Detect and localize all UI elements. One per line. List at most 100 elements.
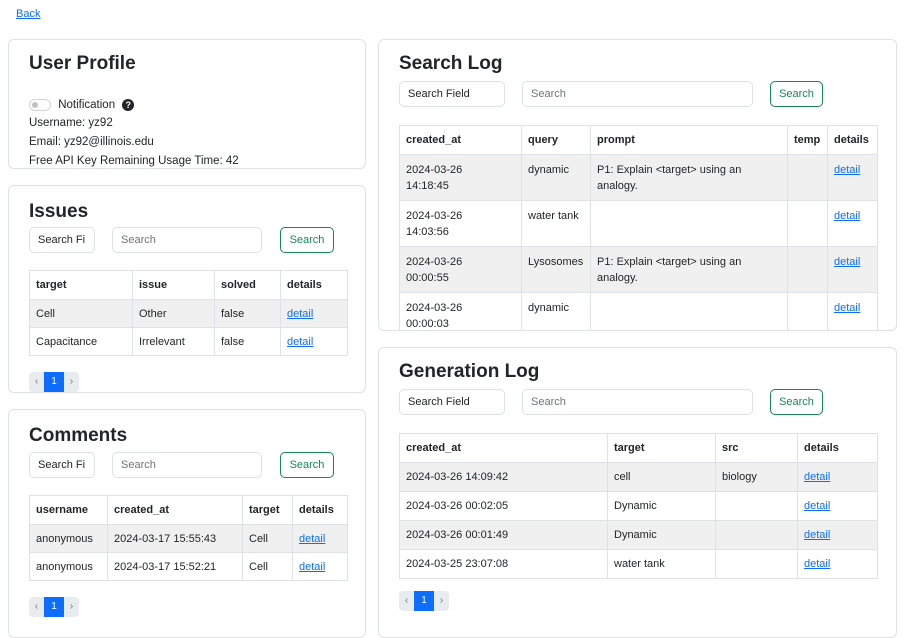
generation-log-header-src: src [715,433,798,463]
table-row: Capacitance Irrelevant false detail [29,327,348,356]
detail-link[interactable]: detail [834,164,860,176]
comments-title: Comments [29,425,128,446]
user-profile-card: User Profile Notification ? Username: yz… [8,39,366,169]
search-log-card: Search Log Search Field Search Search cr… [378,39,897,331]
table-row: 2024-03-26 14:09:42 cell biology detail [399,462,878,492]
time-text: 00:00:55 [406,272,449,284]
comments-header-details: details [292,495,348,525]
generation-log-header-details: details [797,433,878,463]
detail-link[interactable]: detail [834,210,860,222]
comments-header-target: target [242,495,293,525]
generation-target: cell [607,462,716,492]
generation-src [715,491,798,521]
generation-src [715,549,798,579]
comments-card: Comments Search Fi Search Search usernam… [8,409,366,638]
notification-label: Notification [58,99,116,111]
table-row: Cell Other false detail [29,299,348,328]
comments-header-username: username [29,495,108,525]
table-row: 2024-03-26 00:00:55 Lysosomes P1: Explain… [399,246,878,293]
generation-log-field-select[interactable]: Search Field [399,389,505,415]
comments-search-input[interactable]: Search [112,452,262,478]
comment-created-at: 2024-03-17 15:55:43 [107,524,243,553]
issues-header-target: target [29,270,133,300]
issue-details-cell: detail [280,327,348,356]
date-text: 2024-03-26 [406,302,463,314]
search-log-title: Search Log [399,53,503,74]
search-log-query: dynamic [521,292,591,330]
prompt-line: P1: Explain <target> using an [597,164,742,176]
prompt-line: P1: Explain <target> using an [597,256,742,268]
search-log-field-select[interactable]: Search Field [399,81,505,107]
generation-log-title: Generation Log [399,361,540,382]
issues-table: target issue solved details Cell Other f… [29,270,348,356]
table-row: 2024-03-26 00:01:49 Dynamic detail [399,520,878,550]
detail-link[interactable]: detail [804,558,830,570]
pagination-page-1[interactable]: 1 [44,597,64,617]
search-log-created-at: 2024-03-26 00:00:55 [399,246,522,293]
comment-username: anonymous [29,552,108,581]
detail-link[interactable]: detail [299,533,325,545]
search-log-prompt [590,200,788,247]
detail-link[interactable]: detail [804,529,830,541]
generation-log-search-button[interactable]: Search [770,389,823,415]
detail-link[interactable]: detail [299,561,325,573]
search-log-search-button[interactable]: Search [770,81,823,107]
comment-username: anonymous [29,524,108,553]
search-log-prompt: P1: Explain <target> using an analogy. [590,246,788,293]
date-text: 2024-03-26 [406,164,463,176]
search-log-created-at: 2024-03-26 00:00:03 [399,292,522,330]
table-row: anonymous 2024-03-17 15:52:21 Cell detai… [29,552,348,581]
profile-title: User Profile [29,53,136,74]
generation-log-search-input[interactable]: Search [522,389,753,415]
search-log-details-cell: detail [827,292,878,330]
issue-type: Other [132,299,215,328]
comments-pagination: ‹ 1 › [29,597,79,617]
comments-search-button[interactable]: Search [280,452,334,478]
help-icon[interactable]: ? [122,99,135,111]
detail-link[interactable]: detail [804,471,830,483]
generation-target: water tank [607,549,716,579]
detail-link[interactable]: detail [804,500,830,512]
pagination-page-1[interactable]: 1 [414,591,434,611]
pagination-prev[interactable]: ‹ [399,591,414,611]
search-log-query: Lysosomes [521,246,591,293]
comments-header-created-at: created_at [107,495,243,525]
pagination-prev[interactable]: ‹ [29,372,44,392]
generation-details-cell: detail [797,491,878,521]
username-text: Username: yz92 [29,117,113,129]
comments-field-select[interactable]: Search Fi [29,452,95,478]
detail-link[interactable]: detail [287,336,313,348]
comment-details-cell: detail [292,524,348,553]
generation-details-cell: detail [797,520,878,550]
table-row: 2024-03-26 14:03:56 water tank detail [399,200,878,247]
detail-link[interactable]: detail [834,302,860,314]
notification-toggle[interactable] [29,99,51,111]
issue-type: Irrelevant [132,327,215,356]
detail-link[interactable]: detail [834,256,860,268]
pagination-next[interactable]: › [64,597,79,617]
pagination-page-1[interactable]: 1 [44,372,64,392]
generation-src: biology [715,462,798,492]
issue-target: Cell [29,299,133,328]
comment-target: Cell [242,552,293,581]
api-usage-text: Free API Key Remaining Usage Time: 42 [29,155,239,167]
table-row: anonymous 2024-03-17 15:55:43 Cell detai… [29,524,348,553]
back-link[interactable]: Back [16,8,40,20]
pagination-next[interactable]: › [434,591,449,611]
comment-created-at: 2024-03-17 15:52:21 [107,552,243,581]
pagination-prev[interactable]: ‹ [29,597,44,617]
search-log-table: created_at query prompt temp details 202… [399,125,878,330]
prompt-line: analogy. [597,180,638,192]
issues-field-select[interactable]: Search Fi [29,227,95,253]
time-text: 14:03:56 [406,226,449,238]
time-text: 00:00:03 [406,318,449,330]
issues-search-input[interactable]: Search [112,227,262,253]
detail-link[interactable]: detail [287,308,313,320]
issues-search-button[interactable]: Search [280,227,334,253]
search-log-temp [787,154,828,201]
search-log-header-prompt: prompt [590,125,788,155]
search-log-search-input[interactable]: Search [522,81,753,107]
pagination-next[interactable]: › [64,372,79,392]
issues-header-details: details [280,270,348,300]
search-log-header-details: details [827,125,878,155]
